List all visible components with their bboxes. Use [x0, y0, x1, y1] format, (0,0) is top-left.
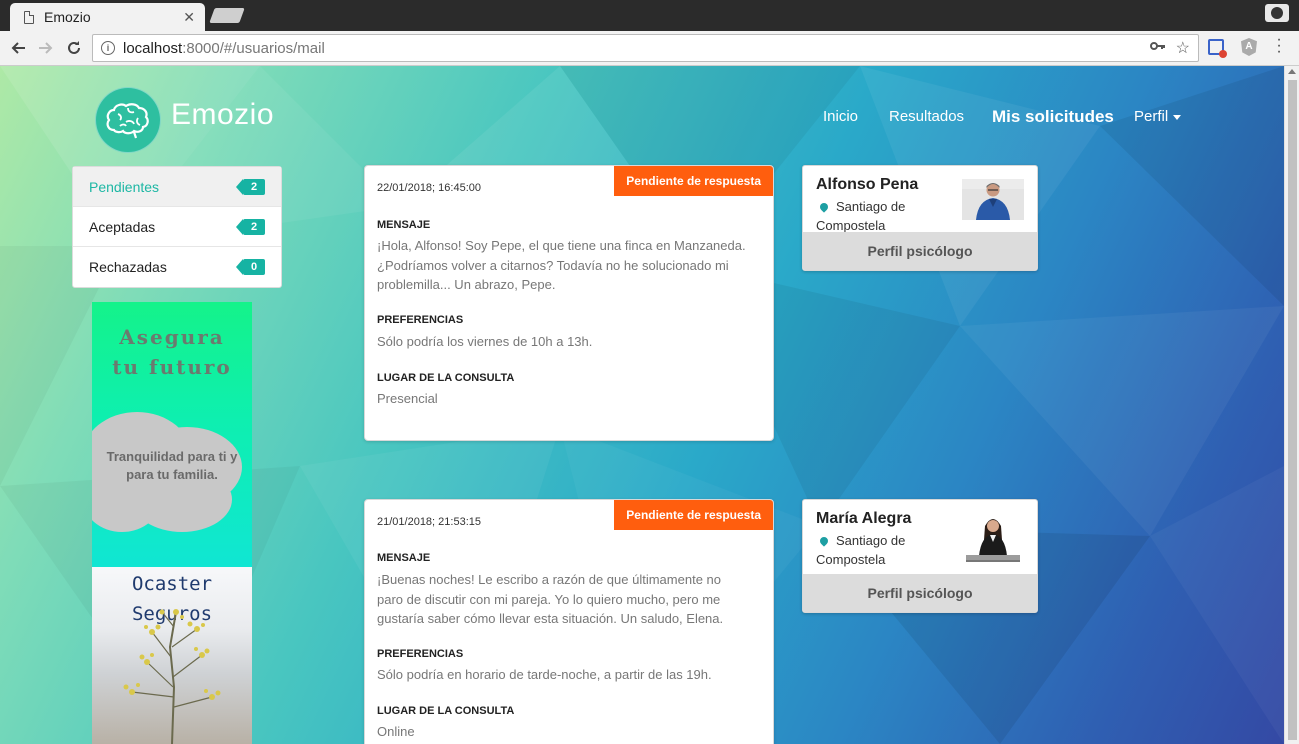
plant-image	[123, 609, 221, 744]
message-text: ¡Hola, Alfonso! Soy Pepe, el que tiene u…	[377, 238, 746, 292]
ad-photo-panel: Ocaster Seguros	[92, 567, 252, 744]
status-badge: Pendiente de respuesta	[614, 500, 773, 530]
psychologist-profile-button[interactable]: Perfil psicólogo	[803, 574, 1037, 612]
ad-top-panel: Asegura tu futuro Tranquilidad para ti y…	[92, 302, 252, 567]
page-icon	[24, 10, 34, 24]
browser-tab-bar: Emozio ✕	[0, 0, 1299, 31]
psychologist-photo	[962, 512, 1024, 564]
nav-inicio[interactable]: Inicio	[823, 108, 858, 125]
filter-aceptadas[interactable]: Aceptadas 2	[73, 207, 281, 247]
page-viewport: Emozio Inicio Resultados Mis solicitudes…	[0, 66, 1284, 744]
browser-tab[interactable]: Emozio ✕	[10, 3, 205, 31]
forward-icon[interactable]	[35, 37, 57, 59]
request-date: 21/01/2018; 21:53:15	[377, 516, 481, 528]
tab-title: Emozio	[44, 9, 91, 25]
request-card: Pendiente de respuesta 21/01/2018; 21:53…	[364, 499, 774, 744]
star-icon[interactable]: ☆	[1176, 38, 1190, 58]
key-icon[interactable]	[1150, 40, 1166, 55]
count-badge: 2	[236, 219, 265, 235]
angular-icon[interactable]: A	[1241, 38, 1257, 56]
location-label: LUGAR DE LA CONSULTA	[377, 372, 515, 384]
psychologist-card: Alfonso Pena Santiago de Compostela Perf…	[802, 165, 1038, 271]
nav-perfil-label: Perfil	[1134, 108, 1169, 125]
location-label: LUGAR DE LA CONSULTA	[377, 705, 515, 717]
psychologist-location: Santiago de Compostela	[816, 533, 906, 567]
scrollbar-thumb[interactable]	[1288, 80, 1297, 740]
count-badge: 2	[236, 179, 265, 195]
count-badge: 0	[236, 259, 265, 275]
nav-resultados[interactable]: Resultados	[889, 108, 964, 125]
psychologist-photo	[962, 179, 1024, 220]
url-host: localhost	[123, 39, 183, 57]
preferences-text: Sólo podría en horario de tarde-noche, a…	[377, 667, 712, 682]
request-filter-list: Pendientes 2 Aceptadas 2 Rechazadas 0	[72, 166, 282, 288]
filter-rechazadas[interactable]: Rechazadas 0	[73, 247, 281, 287]
preferences-label: PREFERENCIAS	[377, 648, 464, 660]
location-text: Presencial	[377, 391, 438, 406]
request-date: 22/01/2018; 16:45:00	[377, 182, 481, 194]
back-icon[interactable]	[7, 37, 29, 59]
new-tab-icon[interactable]	[209, 8, 245, 23]
ad-title: Asegura tu futuro	[112, 325, 232, 379]
brain-logo-icon[interactable]	[95, 87, 161, 153]
request-card: Pendiente de respuesta 22/01/2018; 16:45…	[364, 165, 774, 441]
psychologist-name: Alfonso Pena	[816, 176, 919, 193]
filter-label: Aceptadas	[89, 218, 156, 235]
message-text: ¡Buenas noches! Le escribo a razón de qu…	[377, 572, 724, 626]
reload-icon[interactable]	[63, 37, 85, 59]
url-path: :8000/#/usuarios/mail	[182, 39, 325, 57]
extension-icon[interactable]	[1208, 39, 1227, 58]
filter-label: Rechazadas	[89, 259, 167, 275]
location-text: Online	[377, 724, 415, 739]
address-bar[interactable]: i localhost :8000/#/usuarios/mail ☆	[92, 34, 1199, 62]
ad-banner[interactable]: Asegura tu futuro Tranquilidad para ti y…	[92, 302, 252, 744]
preferences-text: Sólo podría los viernes de 10h a 13h.	[377, 334, 593, 349]
nav-mis-solicitudes[interactable]: Mis solicitudes	[992, 107, 1114, 127]
nav-perfil-dropdown[interactable]: Perfil	[1134, 108, 1182, 125]
message-label: MENSAJE	[377, 219, 431, 231]
message-label: MENSAJE	[377, 552, 431, 564]
location-pin-icon	[818, 535, 830, 547]
filter-label: Pendientes	[89, 178, 160, 195]
info-icon[interactable]: i	[101, 41, 115, 55]
filter-pendientes[interactable]: Pendientes 2	[73, 167, 281, 207]
psychologist-profile-button[interactable]: Perfil psicólogo	[803, 232, 1037, 270]
account-icon[interactable]	[1265, 4, 1289, 22]
browser-toolbar: i localhost :8000/#/usuarios/mail ☆ A · ·…	[0, 31, 1299, 66]
chevron-down-icon	[1173, 114, 1182, 120]
status-badge: Pendiente de respuesta	[614, 166, 773, 196]
psychologist-location: Santiago de Compostela	[816, 199, 906, 233]
menu-icon[interactable]: · · ·	[1274, 32, 1284, 60]
psychologist-name: María Alegra	[816, 510, 912, 527]
psychologist-card: María Alegra Santiago de Compostela Perf…	[802, 499, 1038, 613]
preferences-label: PREFERENCIAS	[377, 314, 464, 326]
brand-name[interactable]: Emozio	[171, 98, 274, 132]
location-pin-icon	[818, 201, 830, 213]
page-scrollbar[interactable]	[1284, 66, 1299, 744]
scroll-up-icon[interactable]	[1288, 69, 1296, 74]
close-icon[interactable]: ✕	[183, 9, 195, 26]
ad-subtitle: Tranquilidad para ti y para tu familia.	[106, 449, 238, 482]
